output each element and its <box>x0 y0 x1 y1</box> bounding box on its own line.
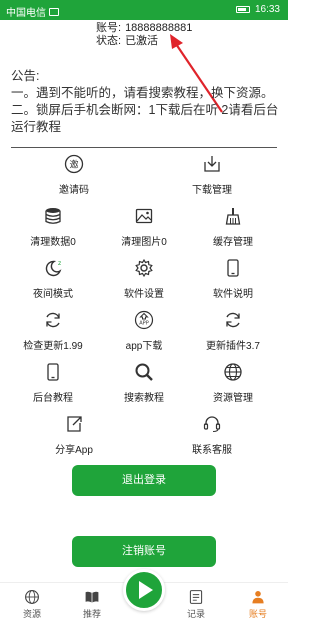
tablet-icon <box>43 362 63 382</box>
menu-download-manager[interactable]: 下载管理 <box>164 154 260 202</box>
status-right: 16:33 <box>235 4 280 15</box>
account-value: 18888888881 <box>125 22 193 34</box>
svg-text:APP: APP <box>139 321 148 327</box>
menu-background-tutorial[interactable]: 后台教程 <box>5 362 101 410</box>
book-icon <box>85 591 99 603</box>
database-icon <box>43 206 63 226</box>
clock: 16:33 <box>254 4 280 15</box>
menu-label: 后台教程 <box>33 393 73 404</box>
broom-icon <box>223 206 243 226</box>
menu-label: 下载管理 <box>192 185 232 196</box>
menu-label: 清理图片0 <box>121 237 167 248</box>
cancel-account-button[interactable]: 注销账号 <box>72 536 216 567</box>
svg-text:z: z <box>58 260 61 267</box>
moon-icon: z <box>43 258 63 278</box>
status-row: 状态: 已激活 <box>96 35 192 48</box>
tab-account[interactable]: 账号 <box>238 589 278 620</box>
user-icon <box>252 591 264 604</box>
invite-icon: 邀 <box>64 154 84 174</box>
menu-search-tutorial[interactable]: 搜索教程 <box>96 362 192 410</box>
status-bar: 中国电信 16:33 <box>0 0 288 20</box>
divider <box>11 147 277 148</box>
record-icon <box>189 590 203 604</box>
tab-resources[interactable]: 资源 <box>12 589 52 620</box>
menu-label: app下载 <box>125 341 163 352</box>
account-info: 账号: 18888888881 状态: 已激活 <box>96 22 192 48</box>
menu-software-info[interactable]: 软件说明 <box>185 258 281 306</box>
announcement-title: 公告: <box>11 69 40 83</box>
headset-icon <box>202 414 222 434</box>
image-icon <box>134 206 154 226</box>
account-label: 账号: <box>96 22 122 34</box>
download-icon <box>202 154 222 174</box>
menu-label: 更新插件3.7 <box>206 341 260 352</box>
logout-button[interactable]: 退出登录 <box>72 465 216 496</box>
menu-label: 软件说明 <box>213 289 253 300</box>
menu-night-mode[interactable]: z 夜间模式 <box>5 258 101 306</box>
refresh-icon <box>43 310 63 330</box>
menu-clear-images[interactable]: 清理图片0 <box>96 206 192 254</box>
menu-label: 邀请码 <box>59 185 89 196</box>
tab-label: 记录 <box>186 609 205 619</box>
tab-label: 推荐 <box>82 609 101 619</box>
announcement-line-2: 二。锁屏后手机会断网：1下载后在听 2请看后台运行教程 <box>11 103 279 134</box>
status-label: 状态: <box>96 35 122 47</box>
tab-recommend[interactable]: 推荐 <box>72 589 112 620</box>
play-icon <box>139 581 153 599</box>
phone-icon <box>223 258 243 278</box>
globe-icon <box>25 590 39 604</box>
menu-clear-data[interactable]: 清理数据0 <box>5 206 101 254</box>
bottom-nav: 资源 推荐 记录 账号 <box>0 569 288 627</box>
carrier-name: 中国电信 <box>6 8 46 19</box>
gear-icon <box>134 258 154 278</box>
menu-label: 检查更新1.99 <box>23 341 83 352</box>
search-icon <box>134 362 154 382</box>
tab-label: 账号 <box>248 609 267 619</box>
menu-label: 缓存管理 <box>213 237 253 248</box>
menu-resource-manager[interactable]: 资源管理 <box>185 362 281 410</box>
menu-share-app[interactable]: 分享App <box>26 414 122 462</box>
signal-icon <box>49 7 59 16</box>
battery-icon <box>235 6 250 13</box>
menu-app-download[interactable]: APP app下载 <box>96 310 192 358</box>
svg-text:邀: 邀 <box>69 159 78 171</box>
menu-label: 搜索教程 <box>124 393 164 404</box>
status-value: 已激活 <box>125 35 159 47</box>
globe-icon <box>223 362 243 382</box>
menu-software-settings[interactable]: 软件设置 <box>96 258 192 306</box>
menu-update-plugin[interactable]: 更新插件3.7 <box>185 310 281 358</box>
menu-check-update[interactable]: 检查更新1.99 <box>5 310 101 358</box>
menu-label: 联系客服 <box>192 445 232 456</box>
menu-label: 清理数据0 <box>30 237 76 248</box>
announcement-line-1: 一。遇到不能听的，请看搜索教程，换下资源。 <box>11 86 274 100</box>
menu-label: 软件设置 <box>124 289 164 300</box>
menu-cache-manager[interactable]: 缓存管理 <box>185 206 281 254</box>
menu-label: 资源管理 <box>213 393 253 404</box>
tab-label: 资源 <box>22 609 41 619</box>
app-download-icon: APP <box>134 310 154 330</box>
share-icon <box>64 414 84 434</box>
refresh-plugin-icon <box>223 310 243 330</box>
announcement: 公告: 一。遇到不能听的，请看搜索教程，换下资源。 二。锁屏后手机会断网：1下载… <box>11 68 283 136</box>
menu-label: 分享App <box>55 445 93 456</box>
play-fab-button[interactable] <box>123 569 165 611</box>
menu-contact-support[interactable]: 联系客服 <box>164 414 260 462</box>
tab-records[interactable]: 记录 <box>176 589 216 620</box>
menu-invite-code[interactable]: 邀 邀请码 <box>26 154 122 202</box>
menu-label: 夜间模式 <box>33 289 73 300</box>
account-row: 账号: 18888888881 <box>96 22 192 35</box>
status-left: 中国电信 <box>6 4 59 19</box>
